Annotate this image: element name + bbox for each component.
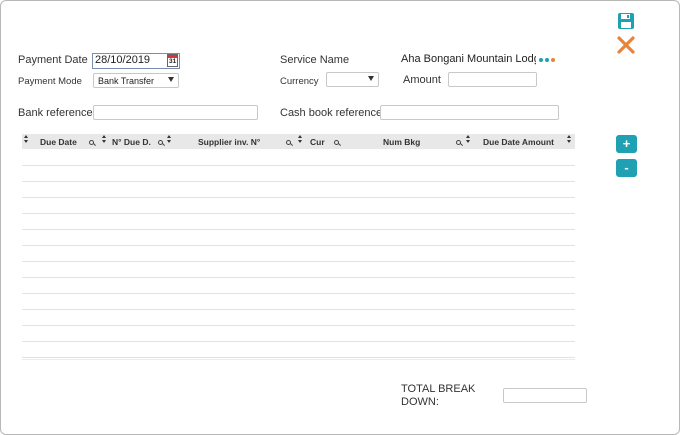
payment-date-value: 28/10/2019: [95, 54, 151, 66]
column-supplier-invoice[interactable]: Supplier inv. N°: [176, 134, 298, 149]
table-row[interactable]: [22, 309, 575, 310]
chevron-down-icon: [368, 76, 374, 81]
currency-label: Currency: [280, 76, 319, 87]
remove-row-button[interactable]: -: [616, 159, 637, 177]
bank-reference-label: Bank reference:: [18, 107, 96, 119]
table-row[interactable]: [22, 229, 575, 230]
table-row[interactable]: [22, 293, 575, 294]
column-currency[interactable]: Cur: [298, 134, 360, 149]
sort-icon[interactable]: [567, 135, 572, 143]
table-row[interactable]: [22, 181, 575, 182]
total-breakdown-input[interactable]: [503, 388, 587, 403]
table-row[interactable]: [22, 325, 575, 326]
search-icon[interactable]: [158, 140, 164, 146]
service-name-label: Service Name: [280, 54, 350, 66]
total-breakdown-label: TOTAL BREAK DOWN:: [401, 383, 476, 408]
amount-input[interactable]: [448, 72, 537, 87]
search-icon[interactable]: [286, 140, 292, 146]
amount-label: Amount: [403, 74, 441, 86]
sort-icon[interactable]: [102, 135, 107, 143]
add-row-button[interactable]: +: [616, 135, 637, 153]
table-row[interactable]: [22, 197, 575, 198]
dialog-frame: Payment Date 28/10/2019 31 Service Name …: [0, 0, 680, 435]
table-row[interactable]: [22, 213, 575, 214]
sort-icon[interactable]: [466, 135, 471, 143]
search-icon[interactable]: [89, 140, 95, 146]
column-due-number[interactable]: N° Due D.: [100, 134, 176, 149]
bank-reference-input[interactable]: [93, 105, 258, 120]
currency-select[interactable]: [326, 72, 379, 87]
column-due-date[interactable]: Due Date: [22, 134, 100, 149]
save-icon[interactable]: [617, 12, 635, 30]
close-icon[interactable]: [617, 36, 635, 54]
sort-icon[interactable]: [298, 135, 303, 143]
grid-header: Due Date N° Due D. Supplier inv. N° Cur …: [22, 134, 575, 149]
payment-mode-label: Payment Mode: [18, 76, 82, 87]
cash-book-reference-input[interactable]: [380, 105, 559, 120]
column-num-bkg[interactable]: Num Bkg: [360, 134, 472, 149]
payment-mode-select[interactable]: Bank Transfer: [93, 73, 179, 88]
table-row[interactable]: [22, 261, 575, 262]
search-icon[interactable]: [334, 140, 340, 146]
service-options-icon[interactable]: [539, 56, 563, 64]
search-icon[interactable]: [456, 140, 462, 146]
calendar-icon[interactable]: 31: [167, 54, 178, 67]
cash-book-reference-label: Cash book reference:: [280, 107, 386, 119]
chevron-down-icon: [168, 77, 174, 82]
payment-date-field[interactable]: 28/10/2019 31: [92, 53, 180, 69]
service-name-field[interactable]: Aha Bongani Mountain Lodge: [399, 52, 536, 67]
table-row[interactable]: [22, 245, 575, 246]
table-row[interactable]: [22, 277, 575, 278]
table-row[interactable]: [22, 341, 575, 342]
column-due-date-amount[interactable]: Due Date Amount: [472, 134, 575, 149]
table-row[interactable]: [22, 357, 575, 358]
table-row[interactable]: [22, 165, 575, 166]
sort-icon[interactable]: [167, 135, 172, 143]
table-row[interactable]: [22, 359, 575, 360]
sort-icon[interactable]: [24, 135, 29, 143]
payment-date-label: Payment Date: [18, 54, 88, 66]
